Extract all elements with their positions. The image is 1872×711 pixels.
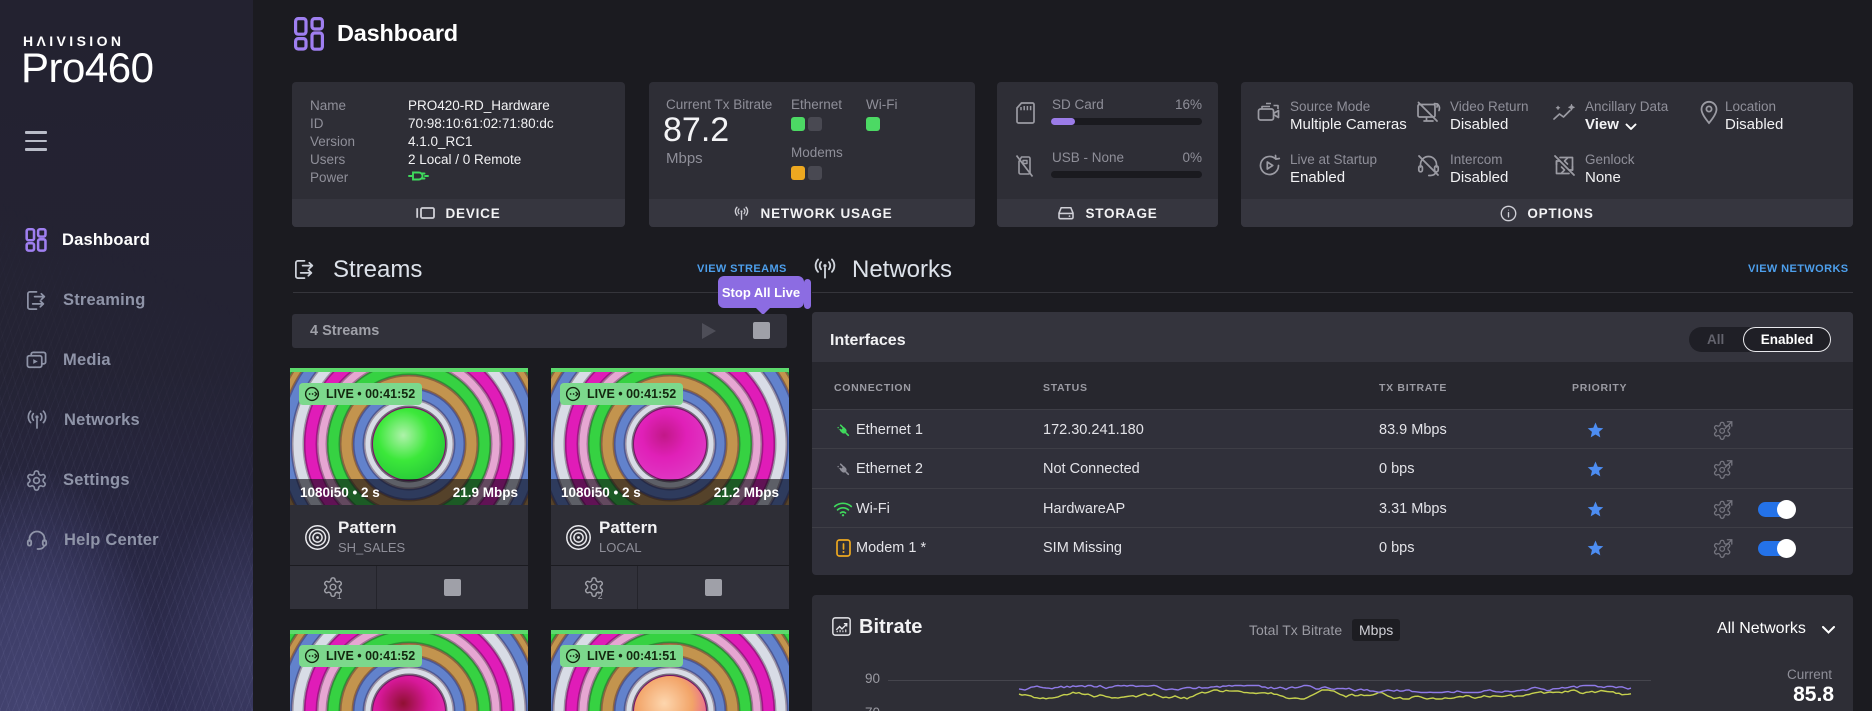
svg-text:2: 2	[598, 591, 603, 600]
svg-text:1: 1	[337, 591, 342, 600]
